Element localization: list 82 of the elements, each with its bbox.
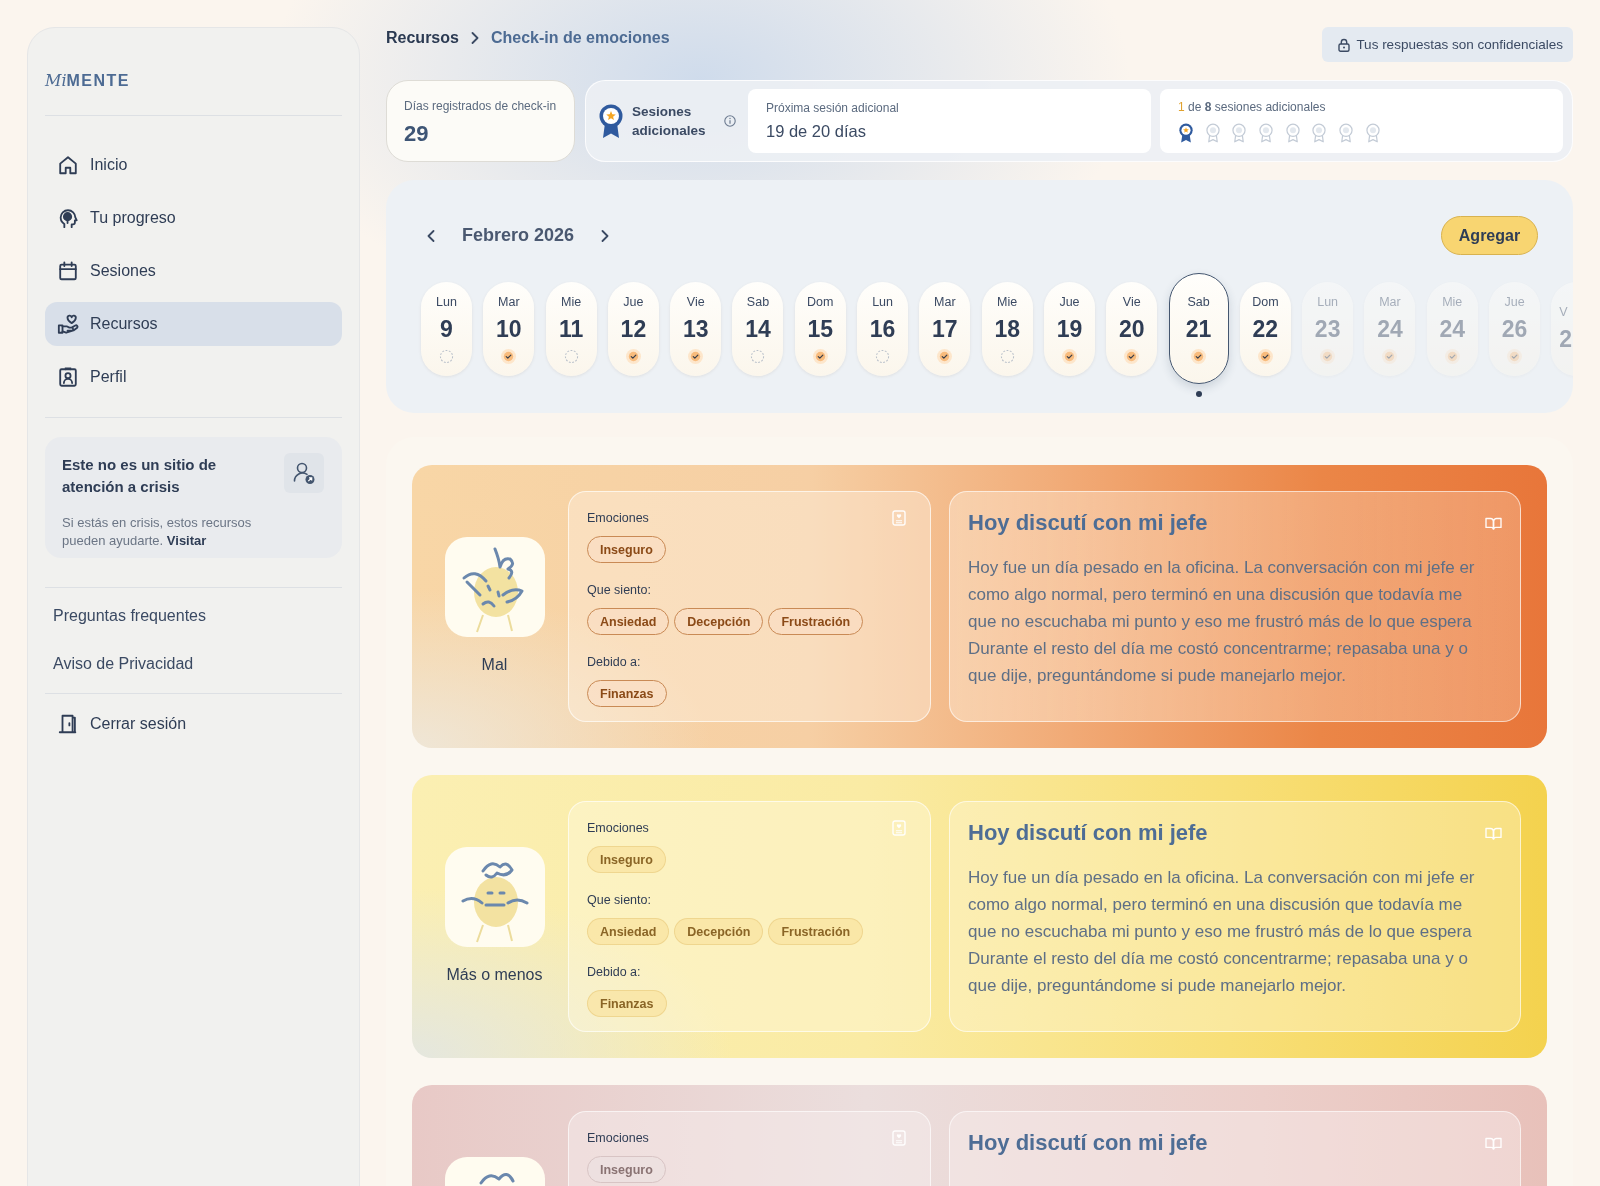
calendar-icon: [57, 260, 79, 282]
month-label: Febrero 2026: [462, 225, 575, 246]
info-icon: [724, 115, 736, 127]
section-label: Que siento:: [587, 892, 651, 909]
nav-item[interactable]: Recursos: [45, 302, 342, 346]
door-icon: [57, 713, 79, 735]
section-label: Que siento:: [587, 582, 651, 599]
book-icon: [1485, 826, 1502, 840]
emotion-tag: Ansiedad: [587, 918, 670, 945]
add-button[interactable]: Agregar: [1441, 216, 1538, 255]
chevron-right-icon: [601, 229, 610, 242]
day-pill[interactable]: Dom 22: [1239, 281, 1291, 376]
day-pill[interactable]: Vie 13: [670, 281, 722, 376]
nav-item[interactable]: Sesiones: [45, 249, 342, 293]
hand-heart-icon: [57, 313, 79, 335]
emotion-tag: Finanzas: [587, 680, 667, 707]
next-session-label: Próxima sesión adicional: [766, 100, 900, 116]
crisis-description: Si estás en crisis, estos recursos pueden ayudarte. Visitar: [62, 514, 253, 550]
emotion-tag: Ansiedad: [587, 608, 670, 635]
footer-link[interactable]: Aviso de Privacidad: [53, 652, 342, 676]
day-pill[interactable]: Sab 14: [732, 281, 784, 376]
next-session-value: 19 de 20 días: [766, 121, 867, 142]
book-icon: [1485, 516, 1502, 530]
mood-label: Más o menos: [446, 965, 543, 985]
face-doodle-icon: [444, 537, 545, 637]
emotion-tag: Decepción: [674, 608, 764, 635]
emotion-tag: Frustración: [768, 918, 864, 945]
chevron-left-icon: [427, 229, 435, 242]
journal-title: Hoy discutí con mi jefe: [968, 509, 1208, 537]
breadcrumb-link[interactable]: Recursos: [386, 29, 459, 47]
award-badge-icon: [598, 103, 624, 139]
day-pill[interactable]: Jue 12: [607, 281, 659, 376]
emotion-tag: Inseguro: [587, 846, 666, 873]
journal-title: Hoy discutí con mi jefe: [968, 1129, 1208, 1157]
emotion-tag: Inseguro: [587, 1156, 666, 1183]
section-label: Debido a:: [587, 654, 641, 671]
crisis-title: Este no es un sitio de atención a crisis: [62, 455, 218, 497]
emotion-tag: Frustración: [768, 608, 864, 635]
day-pill[interactable]: Lun 9: [421, 281, 472, 376]
day-pill[interactable]: Mie 11: [545, 281, 597, 376]
day-pill[interactable]: Dom 15: [794, 281, 846, 376]
mood-label: Mal: [481, 655, 508, 675]
book-icon: [1485, 1136, 1502, 1150]
chevron-right-icon: [470, 32, 479, 44]
footer-link[interactable]: Preguntas frequentes: [53, 604, 342, 628]
home-icon: [57, 154, 79, 176]
face-doodle-icon: [444, 847, 545, 947]
section-label: Debido a:: [587, 964, 641, 981]
visit-link[interactable]: Visitar: [166, 533, 207, 548]
emotion-tag: Finanzas: [587, 990, 667, 1017]
journal-title: Hoy discutí con mi jefe: [968, 819, 1208, 847]
logo: MiMENTE: [45, 70, 130, 90]
sessions-progress-label: 1 de 8 sesiones adicionales: [1178, 99, 1327, 115]
nav-item[interactable]: Tu progreso: [45, 196, 342, 240]
day-pill[interactable]: Mar 10: [483, 281, 535, 376]
emotion-tag: Decepción: [674, 918, 764, 945]
journal-text: Hoy fue un día pesado en la oficina. La conversación con mi jefe er como algo normal, pero terminó en una discusión que todavía me que no escuchaba mi punto y eso me frustró más de lo que espera Durante el resto del día me costó concentrarme; repasaba una y o que dije, preguntándome si pude manejarlo mejor.: [968, 557, 1476, 687]
emotion-tag: Inseguro: [587, 536, 666, 563]
dot-icon: [1195, 391, 1202, 397]
journal-text: Hoy fue un día pesado en la oficina. La conversación con mi jefe er como algo normal, pero terminó en una discusión que todavía me que no escuchaba mi punto y eso me frustró más de lo que espera Durante el resto del día me costó concentrarme; repasaba una y o que dije, preguntándome si pude manejarlo mejor.: [968, 867, 1476, 997]
section-label: Emociones: [587, 1130, 649, 1147]
section-label: Emociones: [587, 510, 649, 527]
day-pill[interactable]: Mar 17: [919, 281, 971, 376]
document-icon: [892, 820, 906, 836]
day-pill[interactable]: Mie 18: [981, 281, 1033, 376]
section-label: Emociones: [587, 820, 649, 837]
nav-item[interactable]: Perfil: [45, 355, 342, 399]
day-pill[interactable]: Vie 20: [1106, 281, 1158, 376]
extra-sessions-label: Sesiones adicionales: [632, 103, 707, 140]
head-icon: [57, 207, 79, 229]
logout-button[interactable]: Cerrar sesión: [45, 702, 342, 746]
checkin-days-label: Días registrados de check-in: [404, 98, 557, 114]
day-pill[interactable]: Jue 19: [1043, 281, 1095, 376]
checkin-days-value: 29: [404, 120, 430, 148]
day-pill[interactable]: Lun 16: [857, 281, 909, 376]
id-badge-icon: [57, 366, 79, 388]
breadcrumb-current: Check-in de emociones: [490, 29, 670, 47]
nav-item[interactable]: Inicio: [45, 143, 342, 187]
lock-icon: [1338, 37, 1351, 52]
document-icon: [892, 510, 906, 526]
document-icon: [892, 1130, 906, 1146]
privacy-note: Tus respuestas son confidenciales: [1356, 37, 1563, 52]
